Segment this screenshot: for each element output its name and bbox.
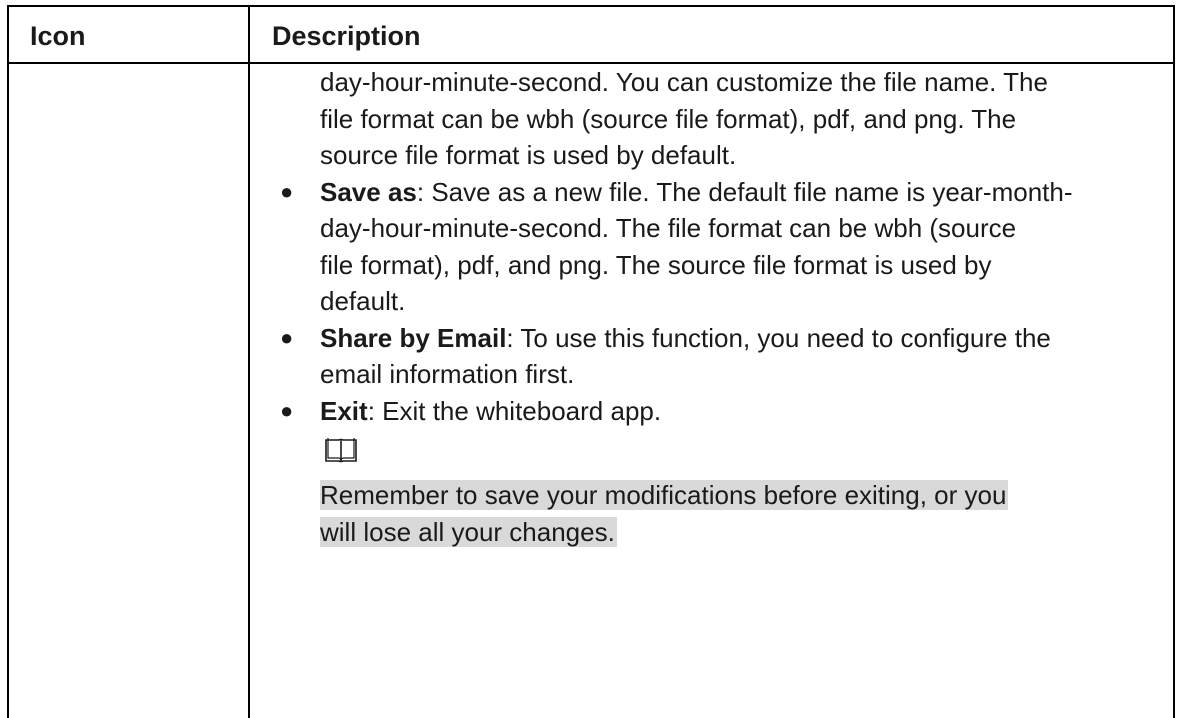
bullet-term: Save as [320, 176, 417, 207]
note-line: will lose all your changes. [320, 516, 617, 547]
table-left-border [7, 5, 9, 718]
bullet-term: Share by Email [320, 322, 507, 353]
bullet-line: Share by Email: To use this function, yo… [320, 320, 1165, 357]
header-description-column: Description [272, 21, 421, 51]
column-divider [248, 5, 250, 718]
bullet-text: : Save as a new file. The default file n… [416, 176, 1073, 207]
table-right-border [1173, 5, 1175, 718]
note-line: Remember to save your modifications befo… [320, 480, 1009, 510]
bullet-line: default. [320, 286, 406, 316]
intro-line: source file format is used by default. [320, 140, 737, 170]
bullet-text: : Exit the whiteboard app. [367, 395, 662, 426]
bullet-share-by-email: ● Share by Email: To use this function, … [280, 320, 1165, 393]
bullet-line: day-hour-minute-second. The file format … [320, 213, 1017, 243]
bullet-text: : To use this function, you need to conf… [506, 322, 1051, 353]
intro-line: day-hour-minute-second. You can customiz… [320, 67, 1048, 97]
description-table: Icon Description day-hour-minute-second.… [0, 0, 1179, 718]
bullet-line: Save as: Save as a new file. The default… [320, 174, 1165, 211]
table-top-border [8, 5, 1175, 7]
bullet-term: Exit [320, 395, 368, 426]
bullet-dot-icon: ● [280, 324, 294, 350]
bullet-line: email information first. [320, 359, 575, 389]
bullet-dot-icon: ● [280, 397, 294, 423]
book-icon [320, 437, 1165, 477]
bullet-save-as: ● Save as: Save as a new file. The defau… [280, 174, 1165, 320]
bullet-line: file format), pdf, and png. The source f… [320, 249, 992, 280]
note-text: Remember to save your modifications befo… [320, 477, 1165, 550]
bullet-exit: ● Exit: Exit the whiteboard app. [280, 393, 1165, 430]
bullet-line: Exit: Exit the whiteboard app. [320, 393, 1165, 430]
header-icon-column: Icon [30, 21, 86, 51]
description-cell: day-hour-minute-second. You can customiz… [280, 64, 1165, 550]
intro-line: file format can be wbh (source file form… [320, 103, 1017, 134]
bullet-dot-icon: ● [280, 178, 294, 204]
